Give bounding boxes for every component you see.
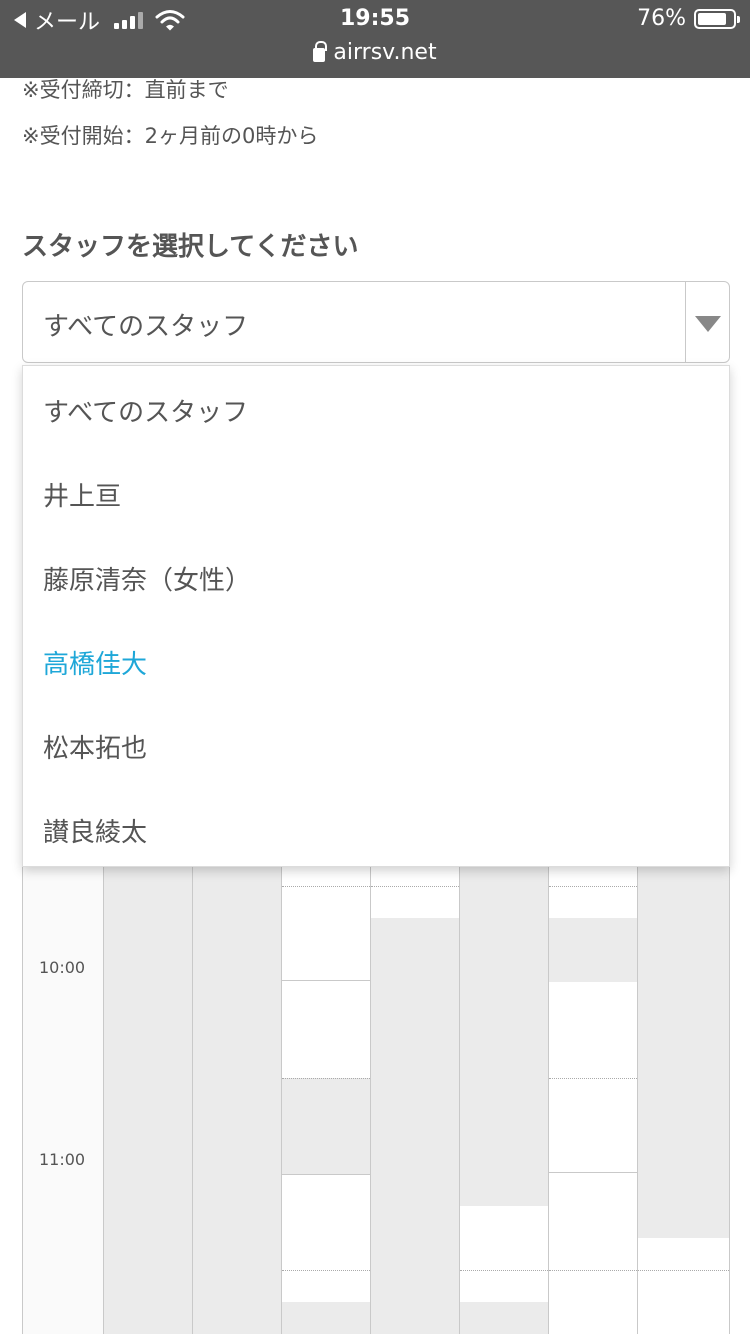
availability-calendar: 10:00 11:00 [22, 860, 730, 1334]
staff-option-all[interactable]: すべてのスタッフ [43, 392, 248, 429]
unavailable-slot [460, 1302, 548, 1334]
note-start: ※受付開始：2ヶ月前の0時から [22, 124, 319, 148]
status-bar: メール 19:55 76% airrsv.net [0, 0, 750, 78]
staff-select[interactable]: すべてのスタッフ [22, 281, 730, 363]
staff-option[interactable]: 井上亘 [43, 476, 121, 513]
day-column [104, 860, 193, 1334]
battery-icon [694, 8, 740, 29]
select-toggle[interactable] [685, 282, 729, 362]
day-column [371, 860, 460, 1334]
time-label: 11:00 [39, 1150, 86, 1169]
unavailable-slot [104, 860, 192, 1334]
day-column [638, 860, 730, 1334]
day-column [193, 860, 282, 1334]
url-text[interactable]: airrsv.net [333, 40, 436, 65]
day-column [460, 860, 549, 1334]
day-column [282, 860, 371, 1334]
chevron-down-icon[interactable] [695, 316, 721, 332]
unavailable-slot [371, 918, 459, 1334]
unavailable-slot [638, 860, 729, 1238]
unavailable-slot [193, 860, 281, 1334]
unavailable-slot [460, 860, 548, 1206]
staff-dropdown-list: すべてのスタッフ 井上亘 藤原清奈（女性） 高橋佳大 松本拓也 讃良綾太 [22, 365, 730, 867]
staff-select-label: スタッフを選択してください [22, 232, 359, 262]
staff-option[interactable]: 讃良綾太 [43, 812, 147, 849]
note-deadline: ※受付締切：直前まで [22, 78, 229, 102]
battery-status: 76% [637, 6, 740, 31]
staff-option[interactable]: 松本拓也 [43, 728, 147, 765]
staff-option[interactable]: 藤原清奈（女性） [43, 560, 251, 597]
time-column: 10:00 11:00 [23, 860, 104, 1334]
lock-icon [313, 40, 328, 62]
address-bar[interactable]: airrsv.net [0, 40, 750, 65]
staff-option-highlighted[interactable]: 高橋佳大 [43, 644, 147, 681]
time-label: 10:00 [39, 958, 86, 977]
unavailable-slot [282, 1302, 370, 1334]
unavailable-slot [282, 1078, 370, 1174]
day-column [549, 860, 638, 1334]
battery-percent: 76% [637, 6, 686, 31]
staff-select-value[interactable]: すべてのスタッフ [43, 306, 248, 343]
unavailable-slot [549, 918, 637, 982]
